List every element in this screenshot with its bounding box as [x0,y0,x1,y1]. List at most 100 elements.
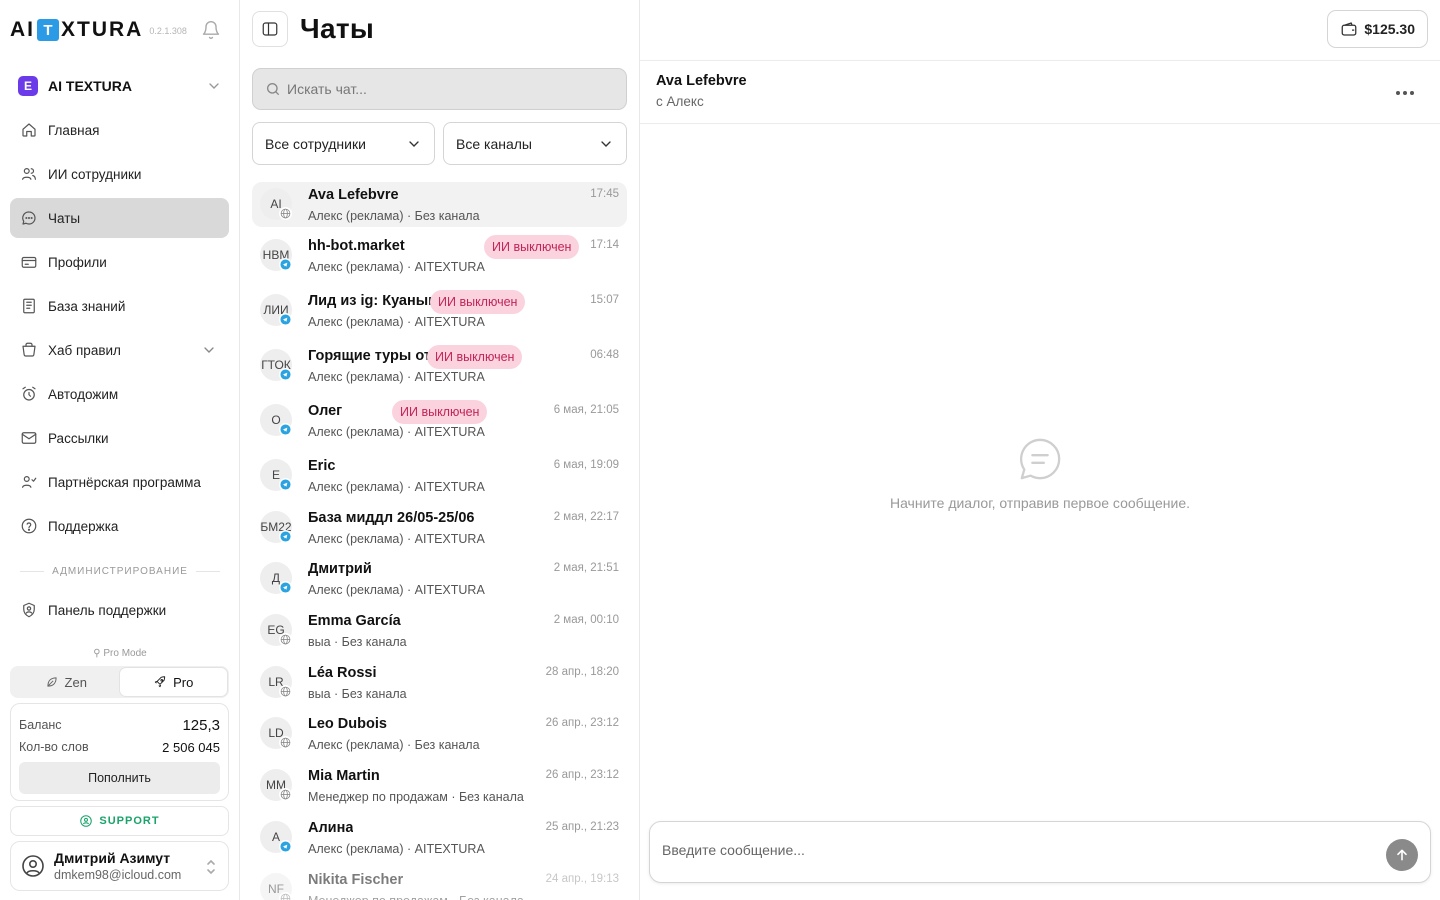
help-icon [21,518,37,534]
chat-time: 2 мая, 22:17 [553,510,619,523]
chat-subtitle: выа · Без канала [308,635,407,650]
chat-list-item[interactable]: NF Nikita Fischer 24 апр., 19:13 Менедже… [252,867,627,900]
chevron-down-icon [406,136,422,152]
telegram-icon [280,841,291,852]
chat-list: AI Ava Lefebvre 17:45 Алекс (реклама) · … [252,182,627,900]
telegram-icon [280,424,291,435]
user-info: Дмитрий Азимут dmkem98@icloud.com [54,850,181,882]
users-icon [22,168,36,180]
sidebar-item-home[interactable]: Главная [10,110,229,150]
logo-row: AI T XTURA 0.2.1.308 [0,0,239,60]
chat-time: 15:07 [590,294,619,306]
chat-list-item[interactable]: Д Дмитрий 2 мая, 21:51 Алекс (реклама) ·… [252,556,627,608]
words-row: Кол-во слов 2 506 045 [19,736,220,758]
chat-time: 28 апр., 18:20 [545,665,619,678]
chat-list-item[interactable]: А Алина 25 апр., 21:23 Алекс (реклама) ·… [252,815,627,867]
sidebar-item-users[interactable]: ИИ сотрудники [10,154,229,194]
sidebar-item-wallet-card[interactable]: Профили [10,242,229,282]
chat-subtitle: Алекс (реклама) · AITEXTURA [308,315,485,329]
app-logo[interactable]: AI T XTURA [10,18,143,42]
chat-subtitle: Алекс (реклама) · AITEXTURA [308,425,485,439]
logo-right: XTURA [61,18,144,41]
chat-list-item[interactable]: HBM hh-bot.market ИИ выключен 17:14 Алек… [252,233,627,288]
employee-filter-value: Все сотрудники [265,135,366,152]
sidebar-item-rules[interactable]: Хаб правил [10,330,229,370]
sidebar-item-alarm-clock[interactable]: Автодожим [10,374,229,414]
chevrons-up-down-icon [207,859,215,875]
sidebar-item-mail[interactable]: Рассылки [10,418,229,458]
empty-state: Начните диалог, отправив первое сообщени… [640,436,1440,511]
sidebar-item-label: Поддержка [48,518,119,534]
sidebar-item-partner[interactable]: Партнёрская программа [10,462,229,502]
chat-list-item[interactable]: AI Ava Lefebvre 17:45 Алекс (реклама) · … [252,182,627,227]
ai-off-badge: ИИ выключен [430,290,526,314]
rocket-icon [154,676,166,688]
wallet-card-icon [21,256,37,268]
sidebar-item-help[interactable]: Поддержка [10,506,229,546]
more-horizontal-icon [1396,91,1414,95]
chevron-down-icon [598,136,614,152]
chat-name: Emma García [308,613,401,630]
chat-list-item[interactable]: О Олег ИИ выключен 6 мая, 21:05 Алекс (р… [252,398,627,453]
chat-time: 17:45 [590,188,619,200]
telegram-icon [280,582,291,593]
chat-list-item[interactable]: EG Emma García 2 мая, 00:10 выа · Без ка… [252,608,627,660]
chat-time: 2 мая, 21:51 [553,562,619,575]
chat-time: 26 апр., 23:12 [545,769,619,782]
sidebar-toggle-button[interactable] [252,11,288,47]
chat-name: Олег [308,403,343,419]
sidebar-item-label: Автодожим [48,386,119,402]
chat-list-item[interactable]: E Eric 6 мая, 19:09 Алекс (реклама) · AI… [252,453,627,505]
topup-button[interactable]: Пополнить [19,762,220,794]
bell-icon[interactable] [201,20,221,40]
chat-list-item[interactable]: ГТОК Горящие туры от Кem... ИИ выключен … [252,343,627,398]
workspace-switcher[interactable]: E AI TEXTURA [10,70,230,102]
workspace-icon: E [18,76,38,96]
globe-icon [280,738,291,748]
chat-subtitle: Менеджер по продажам · Без канала [308,790,524,805]
sidebar-item-label: Профили [48,254,107,270]
chat-name: Leo Dubois [308,716,387,733]
chat-time: 17:14 [590,239,619,251]
message-circle-icon [1019,438,1061,480]
more-options-button[interactable] [1392,81,1418,105]
chat-name: Eric [308,458,336,474]
employee-filter-select[interactable]: Все сотрудники [252,122,435,165]
chat-list-item[interactable]: LD Leo Dubois 26 апр., 23:12 Алекс (рекл… [252,711,627,763]
page-title: Чаты [300,13,375,44]
pro-mode-button[interactable]: Pro [119,668,227,696]
conversation-header: Ava Lefebvre с Алекс [640,60,1440,124]
search-input[interactable] [287,81,607,97]
chat-list-item[interactable]: БМ22 База миддл 26/05-25/06 2 мая, 22:17… [252,505,627,557]
globe-icon [280,789,291,800]
sidebar-item-chat[interactable]: Чаты [10,198,229,238]
channel-badge [279,788,292,802]
chat-time: 6 мая, 21:05 [553,404,619,416]
wallet-balance-button[interactable]: $125.30 [1327,10,1428,48]
balance-card: Баланс 125,3 Кол-во слов 2 506 045 Попол… [10,703,229,801]
support-button[interactable]: SUPPORT [10,806,229,836]
channel-badge [279,258,292,271]
chat-list-item[interactable]: ЛИИ Лид из ig: Куаныш Тел... ИИ выключен… [252,288,627,343]
user-card[interactable]: Дмитрий Азимут dmkem98@icloud.com [10,841,229,891]
sidebar-item-support-panel[interactable]: Панель поддержки [10,590,229,630]
zen-mode-button[interactable]: Zen [12,668,120,696]
message-composer [649,821,1431,883]
message-input[interactable] [662,842,1362,858]
chat-list-item[interactable]: LR Léa Rossi 28 апр., 18:20 выа · Без ка… [252,660,627,712]
sidebar-item-label: ИИ сотрудники [48,166,142,182]
send-button[interactable] [1386,839,1418,871]
channel-filter-select[interactable]: Все каналы [443,122,627,165]
words-value: 2 506 045 [162,739,220,755]
channel-badge [279,891,292,900]
sidebar-item-book[interactable]: База знаний [10,286,229,326]
balance-row: Баланс 125,3 [19,714,220,736]
user-email: dmkem98@icloud.com [54,868,182,882]
chat-subtitle: Алекс (реклама) · AITEXTURA [308,480,485,494]
logo-left: AI [10,18,35,41]
channel-badge [279,736,292,750]
chat-subtitle: выа · Без канала [308,686,407,701]
chat-list-item[interactable]: MM Mia Martin 26 апр., 23:12 Менеджер по… [252,763,627,815]
channel-badge [279,478,292,491]
search-icon [267,83,279,95]
